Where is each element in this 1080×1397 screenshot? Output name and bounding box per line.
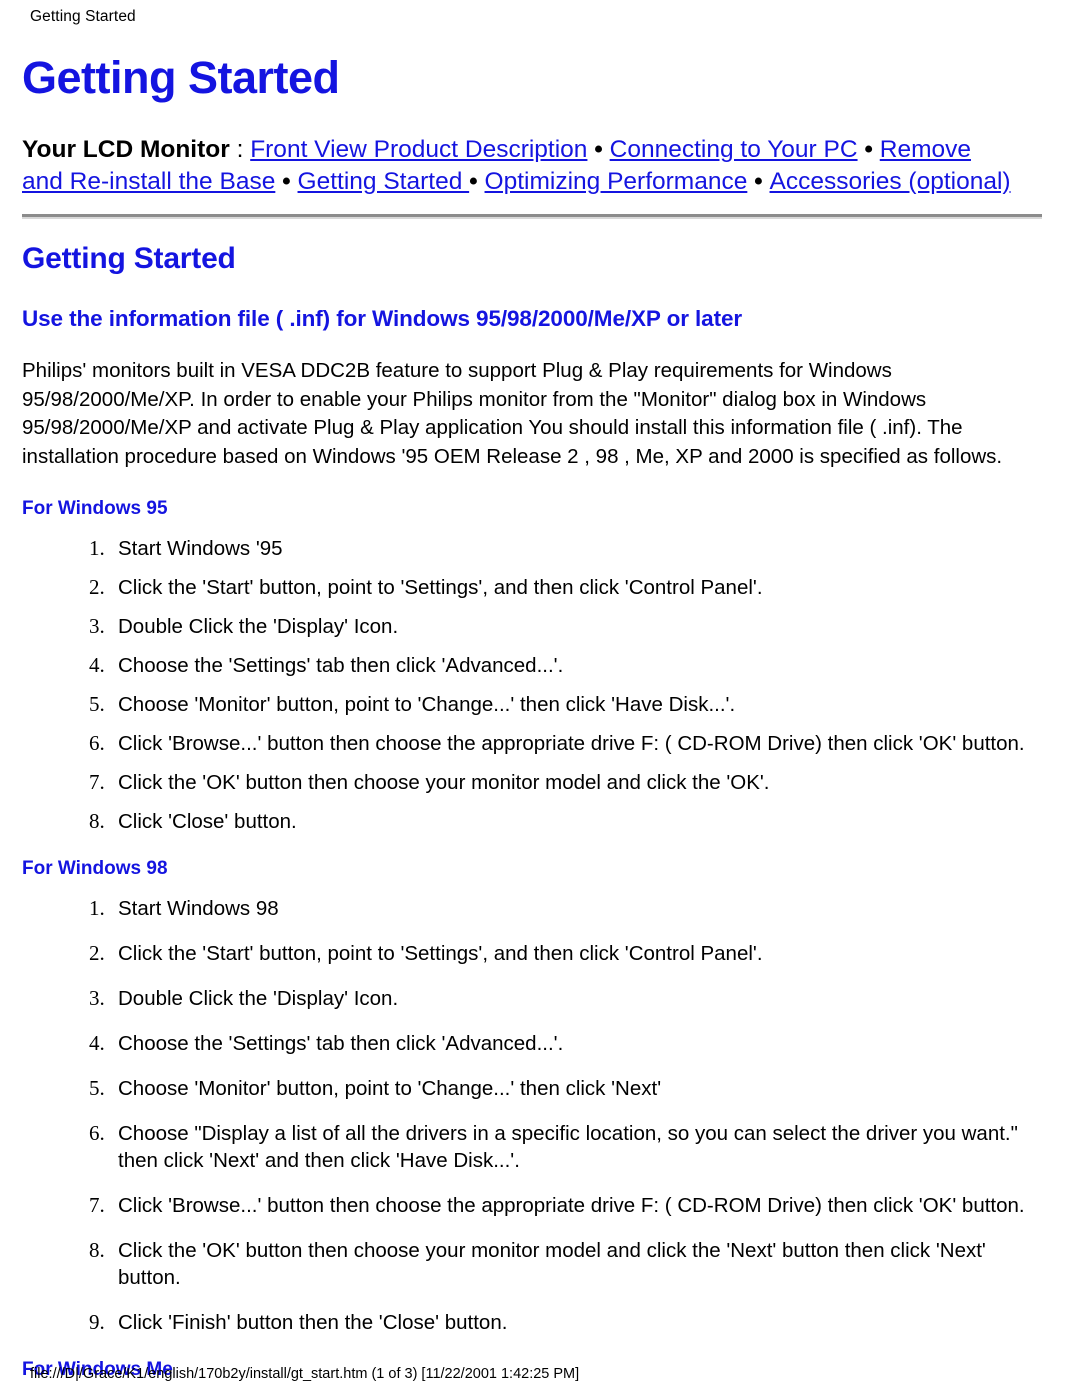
os-heading-windows-95: For Windows 95 [22,498,168,519]
nav-link-connecting-to-your-pc[interactable]: Connecting to Your PC [610,136,858,163]
page-footer-path: file:///D|/Grace/K1/english/170b2y/insta… [30,1366,580,1382]
list-item: Start Windows 98 [110,895,1052,922]
os-group-windows-95: For Windows 95 Start Windows '95 Click t… [22,497,1052,835]
document-page: Getting Started Getting Started Your LCD… [0,0,1080,1397]
os-heading-windows-98: For Windows 98 [22,858,168,879]
list-item: Click the 'Start' button, point to 'Sett… [110,574,1052,601]
list-item: Click the 'OK' button then choose your m… [110,1237,1052,1291]
subsection-heading-inf-file: Use the information file ( .inf) for Win… [22,306,743,331]
intro-paragraph: Philips' monitors built in VESA DDC2B fe… [22,359,1003,468]
step-text: Double Click the 'Display' Icon. [118,987,399,1010]
step-text: Choose "Display a list of all the driver… [118,1122,1018,1172]
list-item: Click 'Browse...' button then choose the… [110,730,1052,757]
list-item: Double Click the 'Display' Icon. [110,613,1052,640]
step-text: Choose 'Monitor' button, point to 'Chang… [118,1077,662,1100]
step-text: Click 'Close' button. [118,810,297,833]
step-text: Click the 'Start' button, point to 'Sett… [118,942,763,965]
section-heading-getting-started: Getting Started [22,242,236,275]
step-text: Start Windows 98 [118,897,279,920]
nav-link-optimizing-performance[interactable]: Optimizing Performance [485,168,748,195]
os-group-windows-98: For Windows 98 Start Windows 98 Click th… [22,857,1052,1336]
nav-colon: : [229,136,251,163]
breadcrumb-nav: Your LCD Monitor : Front View Product De… [22,134,1012,198]
step-text: Double Click the 'Display' Icon. [118,615,399,638]
nav-link-accessories-optional[interactable]: Accessories (optional) [770,168,1011,195]
horizontal-divider [22,214,1042,219]
list-item: Choose the 'Settings' tab then click 'Ad… [110,1030,1052,1057]
step-list-windows-98: Start Windows 98 Click the 'Start' butto… [22,895,1052,1336]
list-item: Click 'Browse...' button then choose the… [110,1192,1052,1219]
nav-separator: • [857,136,880,163]
step-text: Choose the 'Settings' tab then click 'Ad… [118,654,564,677]
step-list-windows-95: Start Windows '95 Click the 'Start' butt… [22,535,1052,835]
step-text: Click 'Finish' button then the 'Close' b… [118,1311,508,1334]
step-text: Click the 'OK' button then choose your m… [118,771,770,794]
list-item: Click the 'Start' button, point to 'Sett… [110,940,1052,967]
step-text: Click 'Browse...' button then choose the… [118,1194,1025,1217]
list-item: Choose "Display a list of all the driver… [110,1120,1052,1174]
step-text: Choose the 'Settings' tab then click 'Ad… [118,1032,564,1055]
list-item: Click the 'OK' button then choose your m… [110,769,1052,796]
list-item: Start Windows '95 [110,535,1052,562]
page-title: Getting Started [22,52,340,103]
nav-separator: • [469,168,485,195]
step-text: Click the 'Start' button, point to 'Sett… [118,576,763,599]
nav-separator: • [587,136,610,163]
nav-link-front-view-product-description[interactable]: Front View Product Description [250,136,587,163]
list-item: Click 'Finish' button then the 'Close' b… [110,1309,1052,1336]
step-text: Click the 'OK' button then choose your m… [118,1239,986,1289]
nav-lead-label: Your LCD Monitor [22,136,230,163]
nav-separator: • [747,168,770,195]
step-text: Start Windows '95 [118,537,283,560]
list-item: Double Click the 'Display' Icon. [110,985,1052,1012]
running-head: Getting Started [30,8,136,25]
document-content: Getting Started Your LCD Monitor : Front… [22,52,1052,1396]
nav-link-getting-started[interactable]: Getting Started [298,168,470,195]
list-item: Click 'Close' button. [110,808,1052,835]
list-item: Choose 'Monitor' button, point to 'Chang… [110,691,1052,718]
list-item: Choose the 'Settings' tab then click 'Ad… [110,652,1052,679]
step-text: Click 'Browse...' button then choose the… [118,732,1025,755]
step-text: Choose 'Monitor' button, point to 'Chang… [118,693,736,716]
list-item: Choose 'Monitor' button, point to 'Chang… [110,1075,1052,1102]
nav-separator: • [275,168,298,195]
